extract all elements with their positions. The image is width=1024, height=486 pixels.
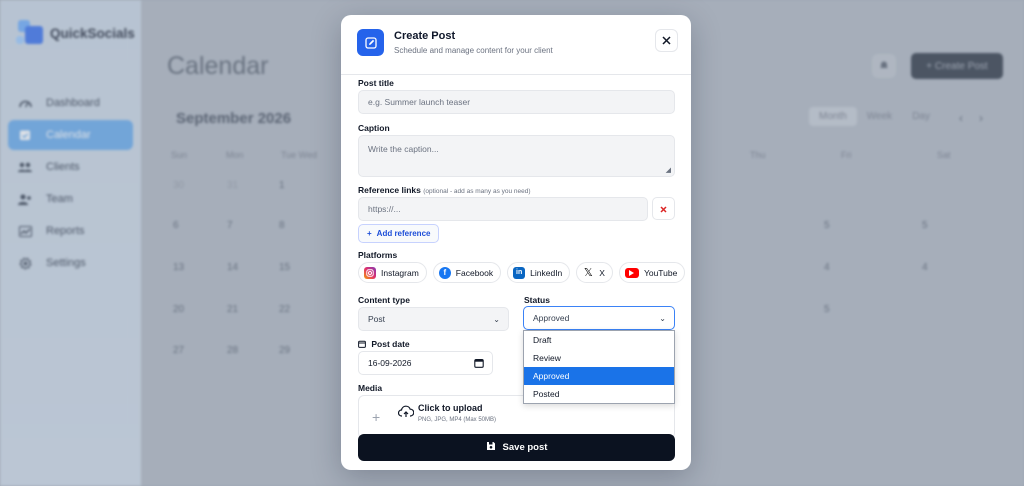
resize-handle-icon[interactable]: ◢ (666, 166, 671, 174)
post-title-label: Post title (358, 78, 394, 88)
post-date-input[interactable]: 16-09-2026 (358, 351, 493, 375)
status-label: Status (524, 295, 550, 305)
calendar-picker-icon[interactable] (474, 358, 484, 370)
plus-icon: + (367, 229, 372, 238)
add-reference-button[interactable]: + Add reference (358, 224, 440, 243)
modal-title: Create Post (394, 30, 456, 42)
edit-icon (357, 29, 384, 56)
upload-hint: PNG, JPG, MP4 (Max 50MB) (418, 417, 497, 423)
linkedin-icon: in (513, 266, 526, 279)
status-option-approved[interactable]: Approved (524, 367, 674, 385)
cloud-upload-icon (397, 405, 415, 423)
content-type-label: Content type (358, 295, 410, 305)
close-button[interactable] (655, 29, 678, 52)
save-post-button[interactable]: Save post (358, 434, 675, 461)
platform-label: YouTube (643, 267, 678, 278)
caption-placeholder: Write the caption... (368, 144, 439, 154)
reference-links-hint: (optional - add as many as you need) (423, 188, 531, 195)
post-date-value: 16-09-2026 (368, 358, 412, 368)
platform-label: LinkedIn (530, 267, 563, 278)
status-option-posted[interactable]: Posted (524, 385, 674, 403)
content-type-select[interactable]: Post ⌄ (358, 307, 509, 331)
platforms-label: Platforms (358, 250, 398, 260)
reference-links-label: Reference links (optional - add as many … (358, 185, 531, 195)
content-type-value: Post (368, 314, 386, 324)
caption-label: Caption (358, 123, 390, 133)
plus-icon: + (372, 409, 381, 425)
status-option-draft[interactable]: Draft (524, 331, 674, 349)
platform-x[interactable]: 𝕏 X (576, 262, 613, 283)
save-post-label: Save post (502, 442, 548, 453)
reference-link-input[interactable]: https://... (358, 197, 648, 221)
youtube-icon (624, 267, 639, 278)
post-date-label: Post date (358, 339, 410, 350)
platform-list: Instagram f Facebook in LinkedIn 𝕏 X You… (358, 262, 686, 283)
create-post-modal: Create Post Schedule and manage content … (341, 15, 691, 470)
post-title-input[interactable]: e.g. Summer launch teaser (358, 90, 675, 114)
reference-link-placeholder: https://... (368, 204, 401, 214)
platform-youtube[interactable]: YouTube (618, 262, 686, 283)
reference-links-title: Reference links (358, 185, 421, 195)
post-date-title: Post date (371, 339, 410, 349)
chevron-down-icon: ⌄ (493, 315, 500, 324)
instagram-icon (364, 266, 376, 279)
close-icon (660, 200, 667, 218)
status-option-review[interactable]: Review (524, 349, 674, 367)
platform-instagram[interactable]: Instagram (358, 262, 427, 283)
modal-subtitle: Schedule and manage content for your cli… (394, 46, 553, 55)
close-icon (662, 32, 671, 50)
media-label: Media (358, 383, 383, 393)
remove-reference-button[interactable] (652, 197, 675, 220)
status-select[interactable]: Approved ⌄ (523, 306, 675, 330)
platform-label: Facebook (455, 267, 494, 278)
platform-linkedin[interactable]: in LinkedIn (507, 262, 571, 283)
platform-label: X (599, 267, 605, 278)
facebook-icon: f (438, 266, 451, 279)
platform-label: Instagram (381, 267, 419, 278)
add-reference-label: Add reference (376, 229, 431, 238)
status-dropdown: Draft Review Approved Posted (523, 330, 675, 404)
modal-header: Create Post Schedule and manage content … (341, 15, 691, 75)
caption-textarea[interactable]: Write the caption... ◢ (358, 135, 675, 177)
chevron-down-icon: ⌄ (659, 314, 666, 323)
platform-facebook[interactable]: f Facebook (432, 262, 502, 283)
save-icon (486, 441, 496, 454)
status-value: Approved (533, 313, 570, 323)
upload-title: Click to upload (418, 403, 483, 413)
post-title-placeholder: e.g. Summer launch teaser (368, 97, 471, 107)
calendar-icon (358, 340, 366, 350)
x-icon: 𝕏 (583, 267, 593, 279)
